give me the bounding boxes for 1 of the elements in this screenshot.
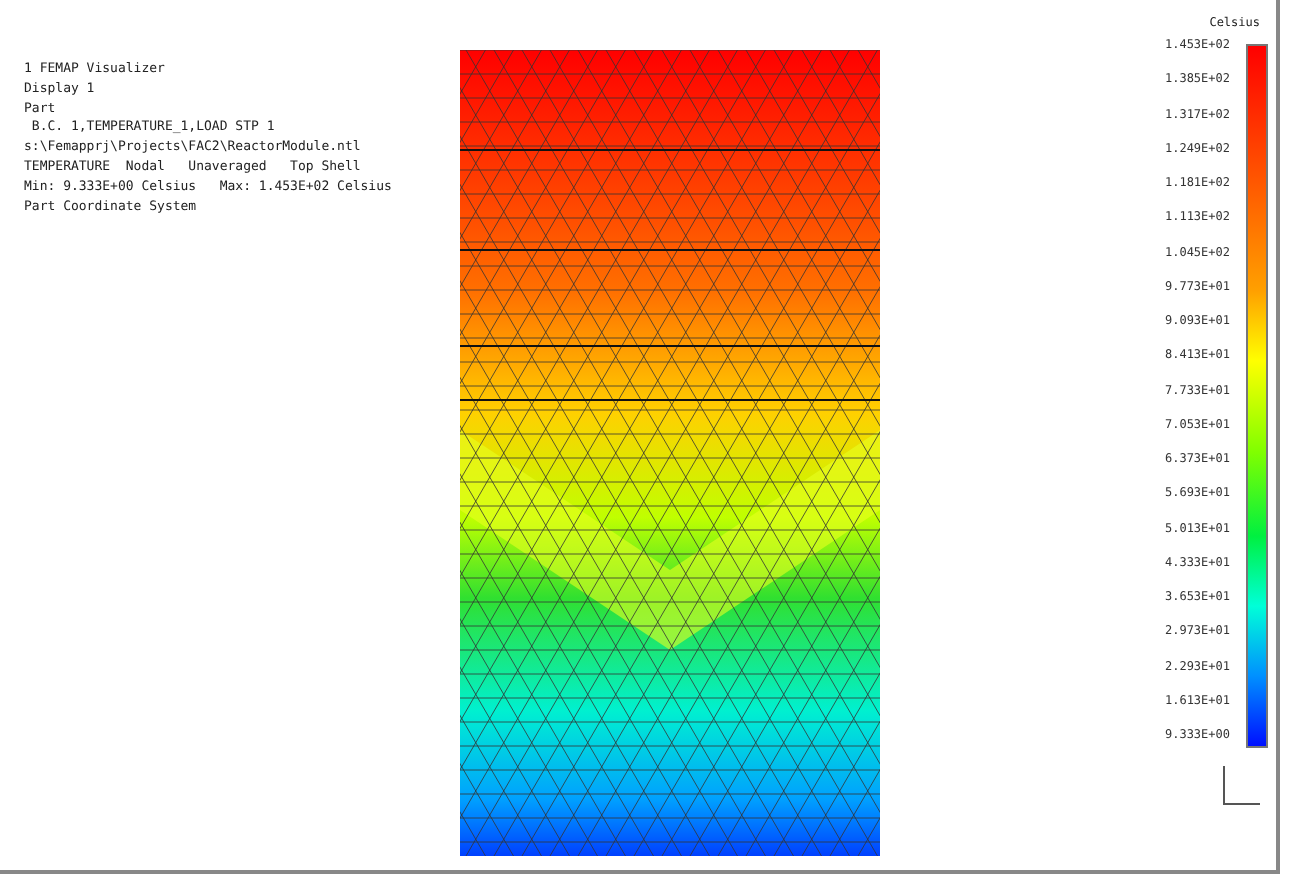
axis-triad-icon xyxy=(1220,764,1264,808)
